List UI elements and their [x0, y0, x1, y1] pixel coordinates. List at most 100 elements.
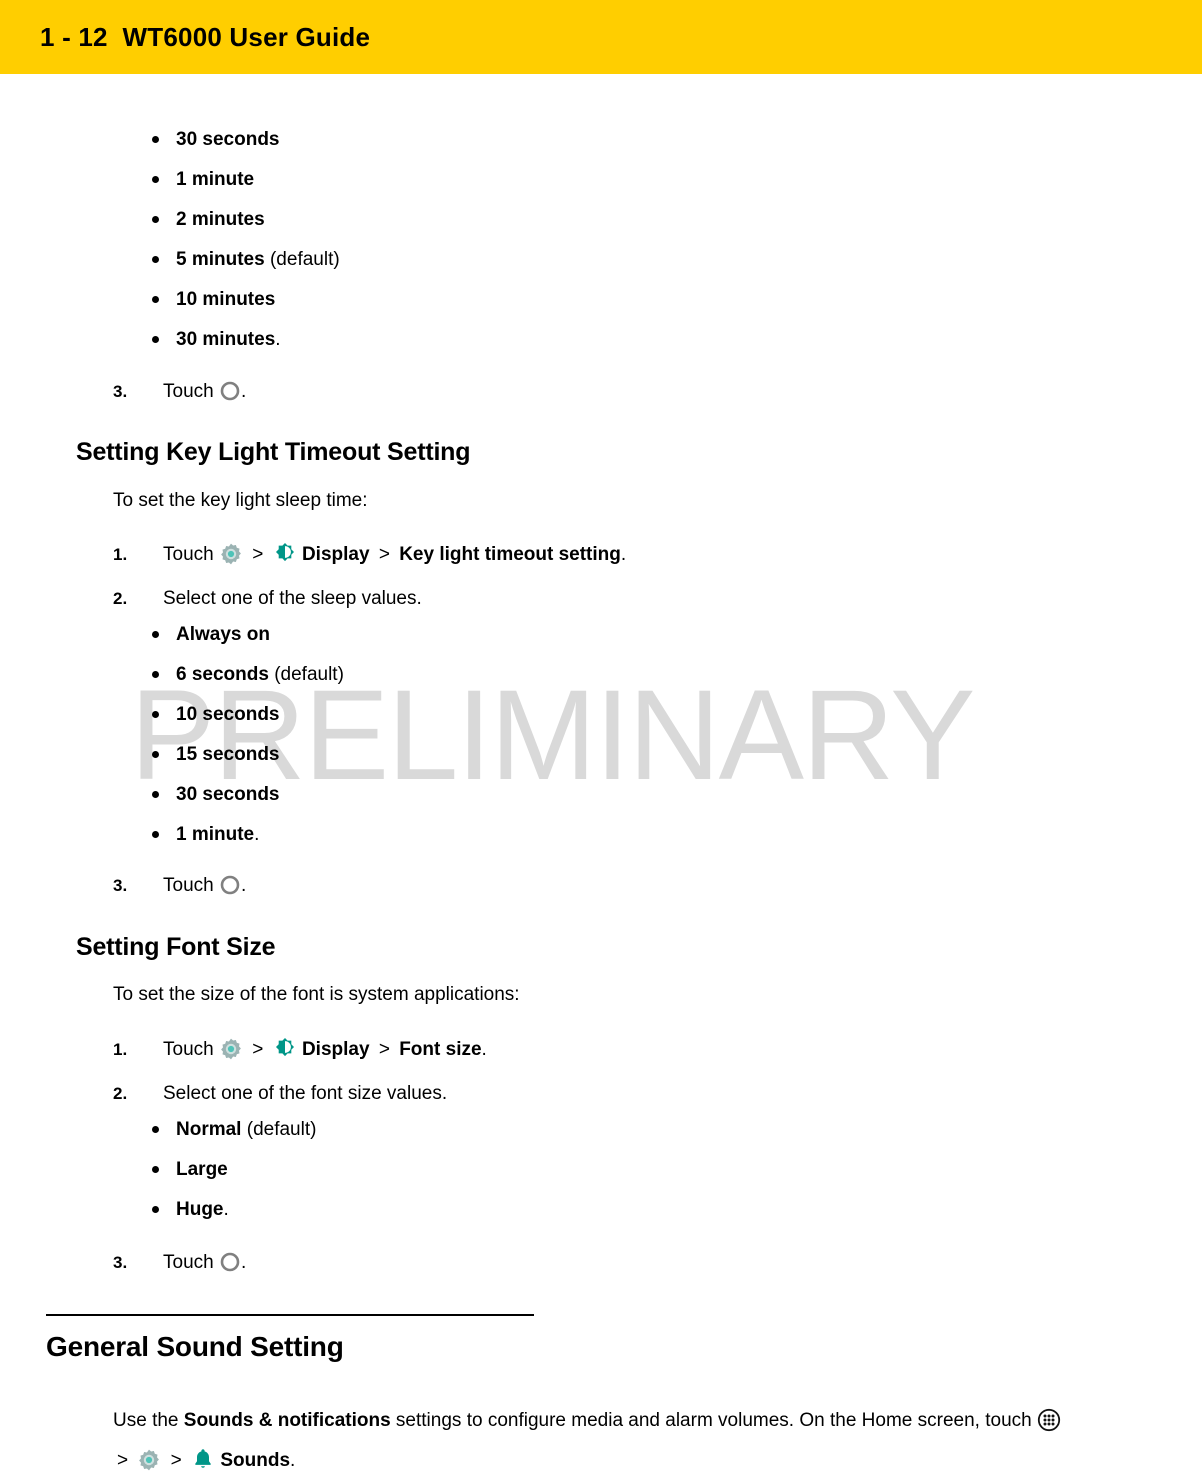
menu-label-display: Display — [301, 544, 370, 565]
step-suffix: . — [620, 544, 627, 565]
list-item-note: (default) — [268, 664, 344, 685]
list-item-label: 6 seconds — [176, 664, 269, 685]
menu-label-target: Font size — [399, 1039, 482, 1060]
settings-gear-icon[interactable] — [137, 1448, 161, 1472]
step-number: 3. — [113, 1253, 128, 1272]
settings-label-sounds-notifications: Sounds & notifications — [183, 1410, 391, 1431]
list-item: 30 seconds — [150, 782, 850, 808]
list-item: 1 minute. — [150, 822, 850, 848]
bullet-dot-icon — [152, 711, 159, 718]
list-item: Huge. — [150, 1197, 850, 1223]
screen-timeout-bullet-list-wrap: 30 seconds 1 minute 2 minutes 5 minutes … — [150, 127, 850, 367]
screen-timeout-bullet-list: 30 seconds 1 minute 2 minutes 5 minutes … — [150, 127, 850, 353]
home-circle-icon[interactable] — [219, 380, 241, 402]
bullet-dot-icon — [152, 216, 159, 223]
all-apps-grid-icon[interactable] — [1037, 1408, 1061, 1432]
bullet-dot-icon — [152, 1206, 159, 1213]
step-suffix: . — [240, 1252, 247, 1273]
step-text: Touch — [163, 1039, 214, 1060]
body-mid: settings to configure media and alarm vo… — [390, 1410, 1037, 1431]
bullet-dot-icon — [152, 136, 159, 143]
step-suffix: . — [240, 875, 247, 896]
path-separator: > — [378, 1039, 390, 1060]
menu-label-display: Display — [301, 1039, 370, 1060]
step-number: 2. — [113, 1084, 128, 1103]
list-item-label: 15 seconds — [176, 744, 280, 765]
list-item: Always on — [150, 622, 850, 648]
list-item: 5 minutes (default) — [150, 247, 850, 273]
list-item-label: Huge — [176, 1199, 224, 1220]
step-text: Touch — [163, 544, 214, 565]
list-item-note: (default) — [264, 249, 340, 270]
step-number: 1. — [113, 545, 128, 564]
step-open-key-light-timeout: 1. Touch > Display > Key light timeout s… — [113, 541, 1063, 569]
settings-gear-icon[interactable] — [219, 542, 243, 566]
step-text: Touch — [163, 875, 214, 896]
intro-font-size: To set the size of the font is system ap… — [113, 984, 520, 1005]
key-light-bullet-list: Always on 6 seconds (default) 10 seconds… — [150, 622, 850, 848]
list-item: 30 minutes. — [150, 327, 850, 353]
display-brightness-icon[interactable] — [273, 542, 297, 566]
display-brightness-icon[interactable] — [273, 1037, 297, 1061]
list-item-label: 1 minute — [176, 169, 255, 190]
list-item: 15 seconds — [150, 742, 850, 768]
bullet-dot-icon — [152, 336, 159, 343]
step-select-sleep-value: 2. Select one of the sleep values. — [113, 585, 963, 613]
general-sound-body: Use the Sounds & notifications settings … — [113, 1401, 1173, 1481]
list-item-label: 10 seconds — [176, 704, 280, 725]
list-item-note: . — [223, 1199, 229, 1220]
font-size-bullet-list: Normal (default) Large Huge. — [150, 1117, 850, 1223]
bullet-dot-icon — [152, 256, 159, 263]
path-separator: > — [252, 544, 264, 565]
step-number: 1. — [113, 1040, 128, 1059]
step-text: Select one of the font size values. — [163, 1083, 448, 1104]
menu-label-target: Key light timeout setting — [399, 544, 621, 565]
document-title: WT6000 User Guide — [122, 22, 371, 52]
list-item-label: Always on — [176, 624, 270, 645]
step-text: Touch — [163, 381, 214, 402]
heading-font-size: Setting Font Size — [76, 933, 276, 961]
heading-key-light-timeout: Setting Key Light Timeout Setting — [76, 438, 471, 466]
path-separator: > — [170, 1450, 182, 1471]
list-item-note: (default) — [241, 1119, 317, 1140]
step-suffix: . — [481, 1039, 487, 1060]
bullet-dot-icon — [152, 1166, 159, 1173]
step-number: 2. — [113, 589, 128, 608]
step-text: Touch — [163, 1252, 214, 1273]
list-item-label: Large — [176, 1159, 228, 1180]
bullet-dot-icon — [152, 1126, 159, 1133]
list-item: 2 minutes — [150, 207, 850, 233]
step-text: Select one of the sleep values. — [163, 588, 422, 609]
bullet-dot-icon — [152, 176, 159, 183]
bullet-dot-icon — [152, 831, 159, 838]
list-item-label: Normal — [176, 1119, 242, 1140]
key-light-bullet-list-wrap: Always on 6 seconds (default) 10 seconds… — [150, 622, 850, 862]
list-item: 10 seconds — [150, 702, 850, 728]
list-item-label: 30 seconds — [176, 784, 280, 805]
step-suffix: . — [240, 381, 247, 402]
body-lead: Use the — [113, 1410, 184, 1431]
bullet-dot-icon — [152, 751, 159, 758]
list-item-label: 1 minute — [176, 824, 255, 845]
page-header-banner: 1 - 12 WT6000 User Guide — [0, 0, 1202, 74]
list-item-note: . — [275, 329, 281, 350]
sounds-bell-icon[interactable] — [191, 1447, 215, 1471]
list-item-label: 2 minutes — [176, 209, 265, 230]
settings-gear-icon[interactable] — [219, 1037, 243, 1061]
step-touch-home-1: 3. Touch . — [113, 378, 863, 406]
list-item-label: 30 minutes — [176, 329, 276, 350]
home-circle-icon[interactable] — [219, 1251, 241, 1273]
list-item: 1 minute — [150, 167, 850, 193]
bullet-dot-icon — [152, 631, 159, 638]
bullet-dot-icon — [152, 296, 159, 303]
bullet-dot-icon — [152, 791, 159, 798]
list-item-note: . — [254, 824, 260, 845]
home-circle-icon[interactable] — [219, 874, 241, 896]
list-item-label: 10 minutes — [176, 289, 276, 310]
list-item-label: 30 seconds — [176, 129, 280, 150]
heading-general-sound-setting: General Sound Setting — [46, 1331, 344, 1362]
path-separator: > — [378, 544, 390, 565]
step-touch-home-2: 3. Touch . — [113, 872, 863, 900]
page-number: 1 - 12 — [40, 22, 108, 52]
step-open-font-size: 1. Touch > Display > Font size. — [113, 1036, 1063, 1064]
